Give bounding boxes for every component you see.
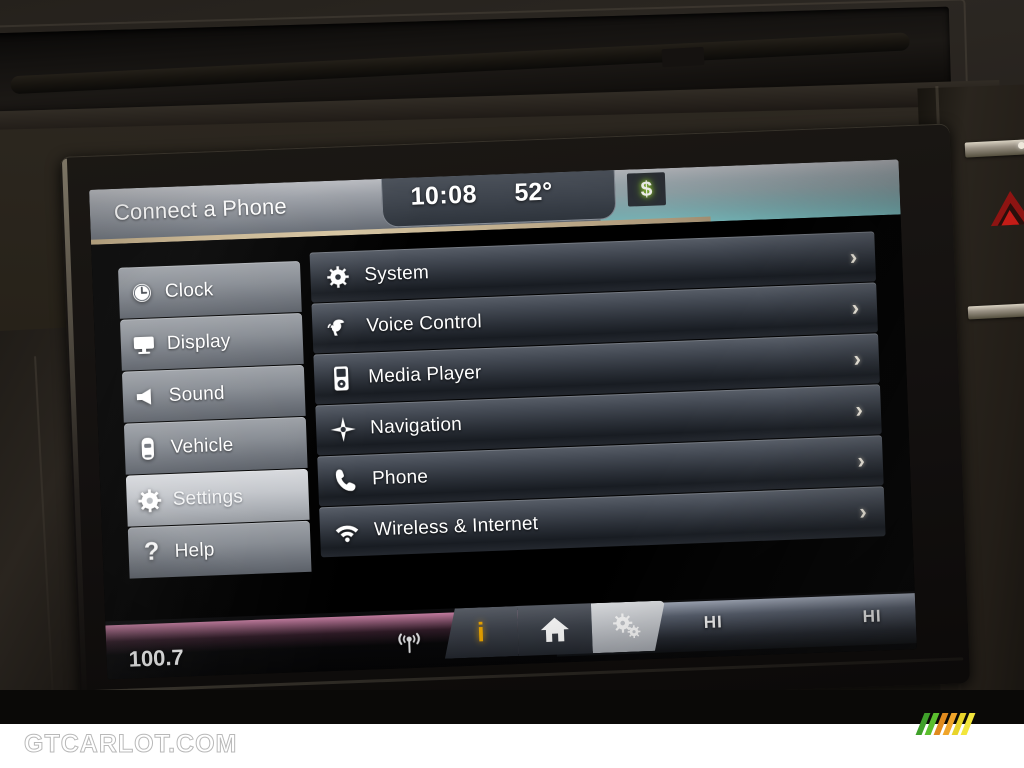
watermark-logo (915, 713, 1003, 735)
gear-icon (310, 264, 365, 289)
settings-button[interactable] (591, 601, 667, 654)
broadcast-icon (396, 630, 423, 660)
menu-item-label: Media Player (367, 362, 482, 388)
compass-star-icon (316, 415, 371, 443)
menu-item-label: System (364, 262, 430, 286)
sidebar-item-label: Settings (172, 485, 244, 510)
sidebar-item-label: Vehicle (170, 434, 234, 458)
watermark-text: GTCARLOT.COM (23, 730, 238, 759)
sidebar-item-label: Display (166, 330, 231, 354)
clock-icon (119, 281, 166, 305)
sidebar-item-label: Sound (168, 382, 226, 406)
temperature-value: 52° (513, 177, 553, 207)
menu-item-label: Phone (371, 466, 429, 490)
home-icon (540, 617, 569, 642)
gears-icon (609, 611, 644, 642)
chrome-trim-upper (964, 139, 1024, 158)
dollar-sign-icon[interactable]: $ (626, 172, 667, 207)
settings-menu-list: System › Voice Control › Media Player › … (309, 231, 886, 558)
dollar-sign-glyph: $ (640, 177, 653, 201)
wifi-icon (320, 519, 375, 543)
settings-sidebar: Clock Display Sound Vehicle Settings ? H… (118, 260, 312, 580)
speaker-icon (122, 384, 169, 408)
bottom-nav-pod: i (443, 601, 665, 659)
menu-item-label: Wireless & Internet (373, 513, 539, 541)
phone-handset-icon (318, 467, 373, 493)
chevron-right-icon: › (853, 345, 862, 372)
menu-item-label: Voice Control (365, 311, 483, 337)
gear-icon (126, 487, 173, 513)
climate-temp-right[interactable]: HI (862, 606, 882, 627)
sidebar-item-help[interactable]: ? Help (127, 520, 312, 579)
info-button[interactable]: i (443, 606, 519, 659)
infotainment-screen: Connect a Phone 10:08 52° $ Clock Displa… (89, 159, 917, 680)
chevron-right-icon: › (858, 498, 868, 525)
sidebar-item-label: Clock (164, 278, 214, 302)
sidebar-item-clock[interactable]: Clock (118, 260, 302, 319)
voice-icon (312, 315, 367, 341)
monitor-icon (121, 333, 168, 357)
sidebar-item-display[interactable]: Display (119, 312, 304, 371)
screen-body: Clock Display Sound Vehicle Settings ? H… (91, 214, 915, 620)
lower-dash-shadow (0, 690, 1024, 726)
info-i-icon: i (476, 616, 486, 648)
chevron-right-icon: › (855, 396, 864, 423)
sidebar-item-vehicle[interactable]: Vehicle (123, 416, 308, 475)
car-icon (124, 434, 171, 462)
head-unit: Connect a Phone 10:08 52° $ Clock Displa… (59, 123, 971, 717)
connect-a-phone-label[interactable]: Connect a Phone (113, 193, 287, 225)
question-mark-icon: ? (143, 537, 160, 566)
home-button[interactable] (516, 603, 593, 657)
clock-value: 10:08 (410, 180, 478, 211)
screenshot-root: Connect a Phone 10:08 52° $ Clock Displa… (0, 0, 1024, 768)
chevron-right-icon: › (849, 244, 858, 270)
chrome-highlight-dot (1018, 142, 1024, 149)
menu-item-label: Navigation (369, 414, 463, 439)
sidebar-item-settings[interactable]: Settings (125, 468, 310, 527)
radio-frequency-display[interactable]: 100.7 (128, 645, 184, 673)
media-player-icon (314, 364, 369, 392)
climate-temp-left[interactable]: HI (703, 612, 723, 633)
sidebar-item-sound[interactable]: Sound (121, 364, 306, 423)
chevron-right-icon: › (856, 447, 866, 474)
chevron-right-icon: › (851, 295, 860, 321)
sidebar-item-label: Help (174, 538, 215, 562)
hazard-triangle-core (1000, 209, 1020, 226)
